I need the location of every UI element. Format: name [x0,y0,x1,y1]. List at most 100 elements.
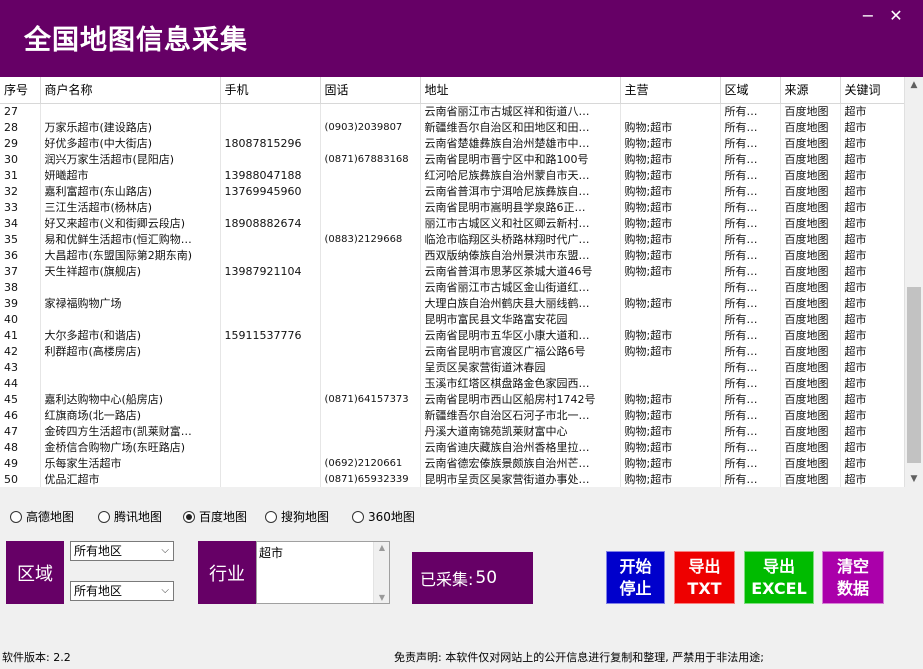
table-cell: 云南省普洱市思茅区茶城大道46号 [420,263,621,280]
table-cell: 购物;超市 [620,391,721,408]
table-cell: 购物;超市 [620,439,721,456]
table-row[interactable]: 43 呈贡区吴家营街道沐春园 所有… 百度地图 超市 [0,359,904,376]
industry-input-scrollbar[interactable]: ▲ ▼ [373,542,389,603]
table-row[interactable]: 40 昆明市富民县文华路富安花园 所有… 百度地图 超市 [0,311,904,328]
table-row[interactable]: 30 润兴万家生活超市(昆阳店) (0871)67883168 云南省昆明市晋宁区中和… [0,151,904,168]
column-header[interactable]: 主营 [620,77,721,104]
source-radio-label: 百度地图 [199,510,248,524]
table-cell [220,471,321,487]
source-radio-3[interactable]: 搜狗地图 [265,508,329,526]
column-header[interactable]: 商户名称 [40,77,221,104]
radio-icon[interactable] [98,511,110,523]
radio-icon[interactable] [183,511,195,523]
table-cell: 百度地图 [780,311,841,328]
table-cell: 大昌超市(东盟国际第2期东南) [40,247,221,264]
scroll-up-icon[interactable]: ▲ [374,543,390,552]
table-cell: 百度地图 [780,151,841,168]
table-cell: 所有… [720,423,781,440]
column-header[interactable]: 地址 [420,77,621,104]
column-header[interactable]: 固话 [320,77,421,104]
table-cell: 所有… [720,279,781,296]
table-cell [220,279,321,296]
table-row[interactable]: 47 金砖四方生活超市(凯莱财富… 丹溪大道南锦苑凯莱财富中心 购物;超市 所有… 百度地… [0,423,904,440]
results-table[interactable]: 序号 商户名称 手机 固话 地址 主营 区域 来源 关键词 27 云南省丽江市古城区祥和街道八… 所… [0,77,904,487]
export-excel-button[interactable]: 导出 EXCEL [744,551,814,604]
table-cell: 百度地图 [780,423,841,440]
table-cell: 超市 [840,455,904,472]
table-row[interactable]: 39 家禄福购物广场 大理白族自治州鹤庆县大丽线鹤… 购物;超市 所有… 百度地图 超市 [0,295,904,312]
column-header[interactable]: 来源 [780,77,841,104]
table-cell: 云南省楚雄彝族自治州楚雄市中… [420,135,621,152]
table-cell: 优品汇超市 [40,471,221,487]
radio-icon[interactable] [352,511,364,523]
table-cell [220,439,321,456]
clear-data-button[interactable]: 清空 数据 [822,551,884,604]
table-cell: 购物;超市 [620,199,721,216]
source-radio-1[interactable]: 腾讯地图 [98,508,162,526]
scroll-down-icon[interactable]: ▼ [905,471,923,487]
title-bar: 全国地图信息采集 − ✕ [0,0,923,77]
table-cell: 昆明市呈贡区吴家营街道办事处… [420,471,621,487]
table-cell: 13769945960 [220,183,321,200]
source-radio-2[interactable]: 百度地图 [183,508,247,526]
table-row[interactable]: 49 乐每家生活超市 (0692)2120661 云南省德宏傣族景颇族自治州芒… 购物;… [0,455,904,472]
table-row[interactable]: 45 嘉利达购物中心(船房店) (0871)64157373 云南省昆明市西山区船房村… [0,391,904,408]
scroll-down-icon[interactable]: ▼ [374,593,390,602]
industry-input[interactable]: 超市 ▲ ▼ [256,541,390,604]
table-cell [320,375,421,392]
table-row[interactable]: 34 好又来超市(义和街卿云段店) 18908882674 丽江市古城区义和社区卿云新… [0,215,904,232]
table-cell: 超市 [840,343,904,360]
table-cell: 所有… [720,327,781,344]
column-header[interactable]: 区域 [720,77,781,104]
table-cell [320,311,421,328]
table-vertical-scrollbar[interactable]: ▲ ▼ [904,77,923,487]
table-cell [320,135,421,152]
export-txt-button[interactable]: 导出 TXT [674,551,735,604]
table-row[interactable]: 38 云南省丽江市古城区金山街道红… 所有… 百度地图 超市 [0,279,904,296]
table-row[interactable]: 29 好优多超市(中大街店) 18087815296 云南省楚雄彝族自治州楚雄市中… 购… [0,135,904,152]
column-header[interactable]: 关键词 [840,77,904,104]
table-cell: 超市 [840,279,904,296]
province-select[interactable]: 所有地区 ⌵ [70,541,174,561]
radio-icon[interactable] [10,511,22,523]
table-row[interactable]: 32 嘉利富超市(东山路店) 13769945960 云南省普洱市宁洱哈尼族彝族自… 购… [0,183,904,200]
minimize-icon[interactable]: − [858,6,878,26]
scroll-thumb[interactable] [907,287,921,463]
table-cell: 云南省迪庆藏族自治州香格里拉… [420,439,621,456]
table-cell: 新疆维吾尔自治区和田地区和田… [420,119,621,136]
table-row[interactable]: 44 玉溪市红塔区棋盘路金色家园西… 所有… 百度地图 超市 [0,375,904,392]
table-row[interactable]: 33 三江生活超市(杨林店) 云南省昆明市嵩明县学泉路6正… 购物;超市 所有… 百度地图… [0,199,904,216]
radio-icon[interactable] [265,511,277,523]
table-cell [220,391,321,408]
table-row[interactable]: 35 易和优鲜生活超市(恒汇购物… (0883)2129668 临沧市临翔区头桥路林翔… [0,231,904,248]
table-cell: 所有… [720,167,781,184]
table-row[interactable]: 27 云南省丽江市古城区祥和街道八… 所有… 百度地图 超市 [0,103,904,120]
close-icon[interactable]: ✕ [886,6,906,26]
table-row[interactable]: 42 利群超市(高楼房店) 云南省昆明市官渡区广福公路6号 购物;超市 所有… 百度地图超… [0,343,904,360]
start-stop-button[interactable]: 开始 停止 [606,551,665,604]
column-header[interactable]: 序号 [0,77,41,104]
table-cell: 云南省丽江市古城区金山街道红… [420,279,621,296]
table-row[interactable]: 48 金桥信合购物广场(东旺路店) 云南省迪庆藏族自治州香格里拉… 购物;超市 所有… 百… [0,439,904,456]
table-row[interactable]: 46 红旗商场(北一路店) 新疆维吾尔自治区石河子市北一… 购物;超市 所有… 百度地图超… [0,407,904,424]
table-cell: 44 [0,375,41,392]
table-cell: 超市 [840,407,904,424]
source-radio-4[interactable]: 360地图 [352,508,415,526]
source-radio-0[interactable]: 高德地图 [10,508,74,526]
table-cell: 31 [0,167,41,184]
table-row[interactable]: 41 大尔多超市(和谐店) 15911537776 云南省昆明市五华区小康大道和… 购物… [0,327,904,344]
column-header[interactable]: 手机 [220,77,321,104]
table-row[interactable]: 50 优品汇超市 (0871)65932339 昆明市呈贡区吴家营街道办事处… 购物;超… [0,471,904,487]
table-cell: 购物;超市 [620,263,721,280]
table-row[interactable]: 31 妍曦超市 13988047188 红河哈尼族彝族自治州蒙自市天… 购物;超市 所有…… [0,167,904,184]
city-select[interactable]: 所有地区 ⌵ [70,581,174,601]
scroll-up-icon[interactable]: ▲ [905,77,923,93]
source-radio-label: 腾讯地图 [114,510,163,524]
table-cell: 所有… [720,199,781,216]
table-row[interactable]: 37 天生祥超市(旗舰店) 13987921104 云南省普洱市思茅区茶城大道46号购… [0,263,904,280]
table-row[interactable]: 28 万家乐超市(建设路店) (0903)2039807 新疆维吾尔自治区和田地区和田… [0,119,904,136]
table-row[interactable]: 36 大昌超市(东盟国际第2期东南) 西双版纳傣族自治州景洪市东盟… 购物;超市 所有…… [0,247,904,264]
table-cell: 百度地图 [780,215,841,232]
table-cell: 临沧市临翔区头桥路林翔时代广… [420,231,621,248]
table-cell: 三江生活超市(杨林店) [40,199,221,216]
